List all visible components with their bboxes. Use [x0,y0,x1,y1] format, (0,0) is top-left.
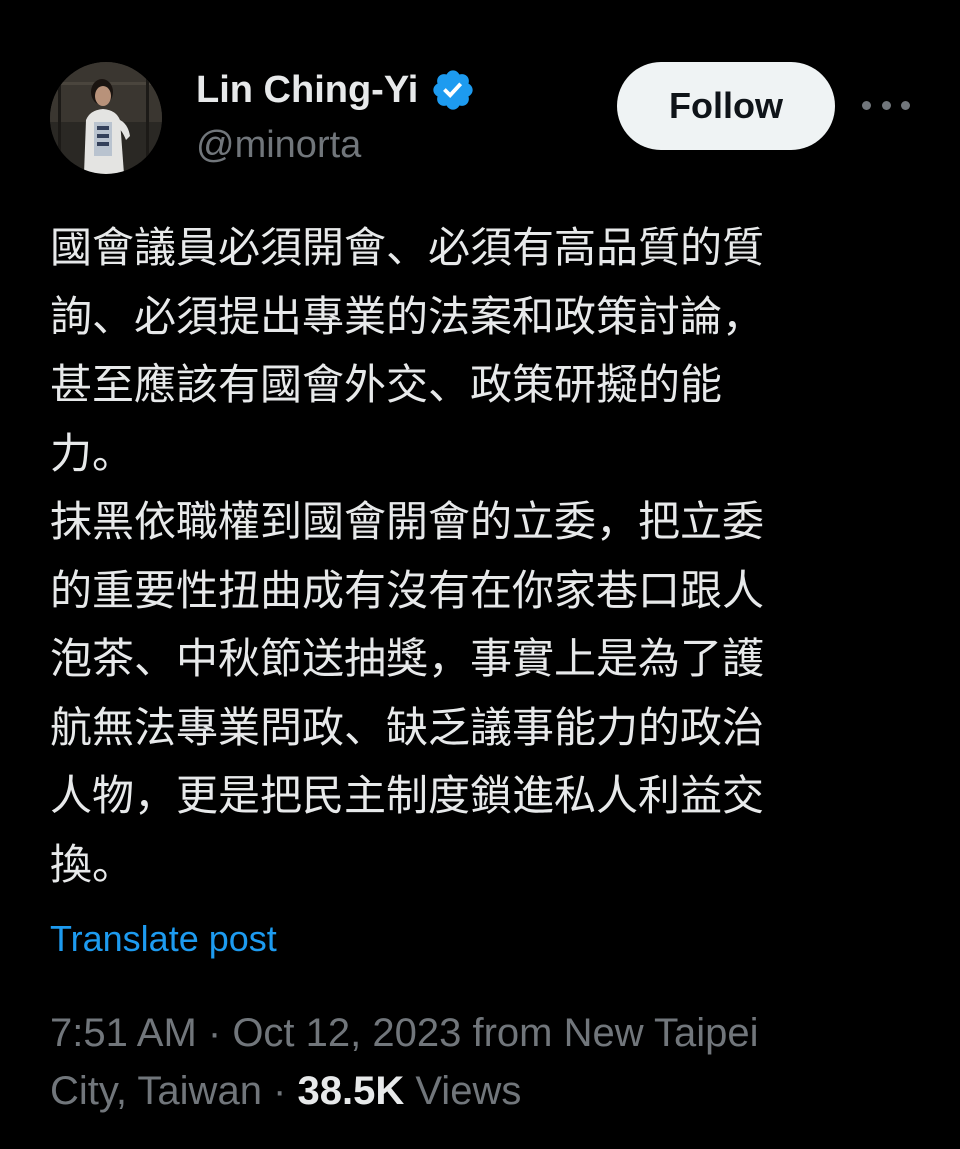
views-count: 38.5K [297,1069,405,1113]
post-time[interactable]: 7:51 AM [50,1011,197,1055]
more-options-icon[interactable] [862,88,910,122]
post-text: 國會議員必須開會、必須有高品質的質 詢、必須提出專業的法案和政策討論， 甚至應該… [50,214,930,899]
post-metadata: 7:51 AM · Oct 12, 2023 from New Taipei C… [50,1004,759,1120]
post-text-line: 泡茶、中秋節送抽獎，事實上是為了護 [50,634,765,683]
post-text-line: 換。 [50,839,135,889]
author-name-row[interactable]: Lin Ching-Yi [196,66,476,114]
post-metadata-line-2: City, Taiwan · 38.5K Views [50,1062,759,1120]
author-handle[interactable]: @minorta [196,124,361,167]
translate-post-link[interactable]: Translate post [50,918,277,960]
more-dot [862,100,871,110]
post-text-line: 航無法專業問政、缺乏議事能力的政治 [50,702,765,752]
post-text-line: 國會議員必須開會、必須有高品質的質 [50,223,765,272]
more-dot [901,100,910,110]
post-text-line: 詢、必須提出專業的法案和政策討論， [50,291,765,341]
verified-badge-icon [433,70,473,110]
post-text-line: 抹黑依職權到國會開會的立委，把立委 [50,497,765,546]
post-date[interactable]: Oct 12, 2023 [232,1011,461,1055]
author-display-name[interactable]: Lin Ching-Yi [196,69,418,112]
more-dot [881,100,891,110]
avatar-photo [50,62,162,174]
post-text-line: 甚至應該有國會外交、政策研擬的能 [50,360,723,409]
post-location: from New Taipei [461,1011,759,1055]
meta-separator: · [261,1069,298,1113]
post-metadata-line-1: 7:51 AM · Oct 12, 2023 from New Taipei [50,1004,759,1062]
meta-separator: · [196,1011,233,1055]
post-text-line: 人物，更是把民主制度鎖進私人利益交 [50,771,765,820]
post-location-cont: City, Taiwan [50,1069,262,1113]
views-label: Views [404,1069,522,1113]
follow-button[interactable]: Follow [617,62,835,150]
author-avatar[interactable] [50,62,162,174]
post-text-line: 的重要性扭曲成有沒有在你家巷口跟人 [50,565,765,615]
post-text-line: 力。 [50,428,135,478]
